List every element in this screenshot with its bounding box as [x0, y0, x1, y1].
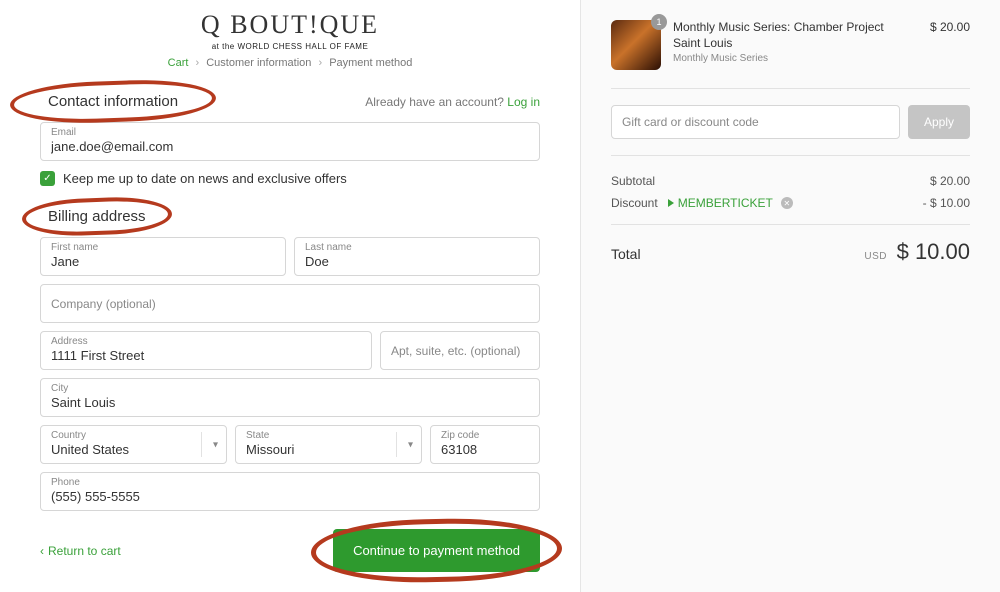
product-thumbnail: 1: [611, 20, 661, 70]
continue-button[interactable]: Continue to payment method: [333, 529, 540, 572]
breadcrumb-customer-info: Customer information: [206, 57, 311, 69]
marketing-optin[interactable]: ✓ Keep me up to date on news and exclusi…: [40, 171, 540, 186]
apt-field[interactable]: Apt, suite, etc. (optional): [380, 331, 540, 370]
contact-heading: Contact information: [48, 93, 178, 110]
apply-button[interactable]: Apply: [908, 105, 970, 139]
first-name-field[interactable]: First name: [40, 237, 286, 276]
promo-code-input[interactable]: Gift card or discount code: [611, 105, 900, 139]
state-select[interactable]: State Missouri: [235, 425, 422, 464]
email-label: Email: [51, 127, 529, 138]
total-value: $ 10.00: [897, 239, 970, 264]
discount-label: Discount: [611, 196, 658, 210]
discount-code: MEMBERTICKET: [678, 196, 773, 210]
address-input[interactable]: [51, 348, 361, 363]
first-name-input[interactable]: [51, 254, 275, 269]
cart-item: 1 Monthly Music Series: Chamber Project …: [611, 20, 970, 70]
chevron-right-icon: ›: [196, 57, 200, 69]
city-field[interactable]: City: [40, 378, 540, 417]
tag-icon: [668, 199, 674, 207]
login-link[interactable]: Log in: [507, 95, 540, 109]
discount-value: - $ 10.00: [923, 196, 970, 210]
breadcrumb-cart[interactable]: Cart: [168, 57, 189, 69]
email-field[interactable]: Email: [40, 122, 540, 161]
return-to-cart-link[interactable]: ‹Return to cart: [40, 544, 121, 558]
last-name-field[interactable]: Last name: [294, 237, 540, 276]
address-field[interactable]: Address: [40, 331, 372, 370]
state-value: Missouri: [246, 442, 411, 457]
product-price: $ 20.00: [930, 20, 970, 34]
country-select[interactable]: Country United States: [40, 425, 227, 464]
company-field[interactable]: Company (optional): [40, 284, 540, 323]
logo-subtitle: at the WORLD CHESS HALL OF FAME: [40, 42, 540, 51]
phone-field[interactable]: Phone: [40, 472, 540, 511]
phone-input[interactable]: [51, 489, 529, 504]
zip-field[interactable]: Zip code: [430, 425, 540, 464]
login-prompt: Already have an account? Log in: [365, 95, 540, 109]
company-placeholder: Company (optional): [51, 297, 156, 311]
email-input[interactable]: [51, 139, 529, 154]
chevron-left-icon: ‹: [40, 544, 44, 558]
last-name-input[interactable]: [305, 254, 529, 269]
chevron-right-icon: ›: [318, 57, 322, 69]
apt-placeholder: Apt, suite, etc. (optional): [391, 344, 520, 358]
qty-badge: 1: [651, 14, 667, 30]
annotation-circle: Billing address: [40, 204, 154, 229]
breadcrumb-payment: Payment method: [329, 57, 412, 69]
annotation-circle: Contact information: [40, 89, 186, 114]
city-input[interactable]: [51, 395, 529, 410]
breadcrumb: Cart › Customer information › Payment me…: [40, 57, 540, 69]
subtotal-label: Subtotal: [611, 174, 655, 188]
total-currency: USD: [864, 251, 887, 262]
total-label: Total: [611, 246, 641, 262]
checkbox-checked-icon[interactable]: ✓: [40, 171, 55, 186]
zip-input[interactable]: [441, 442, 529, 457]
store-logo: Q BOUT!QUE at the WORLD CHESS HALL OF FA…: [40, 10, 540, 51]
discount-tag: MEMBERTICKET ✕: [668, 196, 793, 210]
annotation-circle: Continue to payment method: [333, 529, 540, 572]
billing-heading: Billing address: [48, 208, 146, 225]
optin-label: Keep me up to date on news and exclusive…: [63, 171, 347, 186]
product-variant: Monthly Music Series: [673, 53, 910, 64]
product-title: Monthly Music Series: Chamber Project Sa…: [673, 20, 910, 51]
logo-main: Q BOUT!QUE: [40, 10, 540, 40]
remove-discount-icon[interactable]: ✕: [781, 197, 793, 209]
subtotal-value: $ 20.00: [930, 174, 970, 188]
country-value: United States: [51, 442, 216, 457]
